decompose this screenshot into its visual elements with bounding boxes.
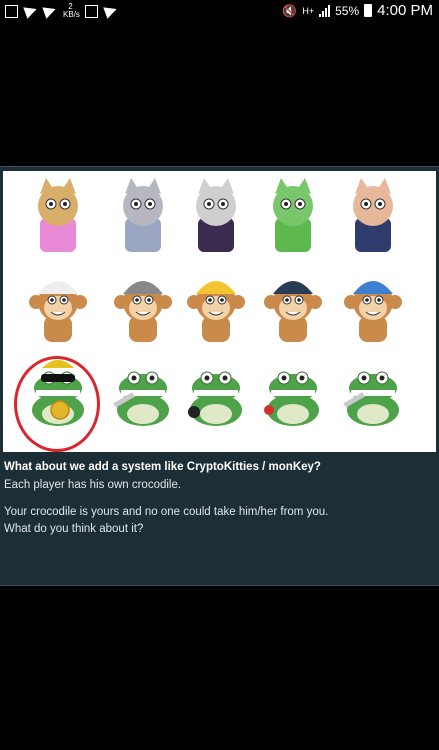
knife-crocodile [113, 371, 169, 426]
robot-cat [123, 178, 163, 252]
battery-icon [364, 4, 373, 17]
clock: 4:00 PM [377, 2, 433, 19]
gallery-notification-icon [5, 4, 18, 18]
battery-percent: 55% [335, 3, 360, 18]
cap-monkey [29, 281, 87, 342]
beanie-monkey [114, 281, 172, 342]
post-line-2: Your crocodile is yours and no one could… [4, 506, 329, 518]
crown-monkey [187, 281, 245, 342]
mute-icon: 🔇 [282, 3, 298, 18]
status-bar: 2 KB/s 🔇 H+ 55% 4:00 PM [0, 0, 439, 20]
telegram-notification-icon [42, 3, 58, 19]
bomb-crocodile [188, 371, 242, 426]
signal-icon [319, 4, 331, 17]
cigar-monkey [264, 281, 322, 342]
rose-crocodile [264, 371, 319, 426]
vampire-cat [196, 178, 236, 252]
knife-crocodile-2 [343, 371, 399, 426]
data-rate-indicator: 2 KB/s [63, 2, 80, 19]
post-image[interactable] [3, 171, 436, 452]
striped-cat [38, 178, 78, 252]
highlight-circle [14, 356, 100, 452]
post-title: What about we add a system like CryptoKi… [4, 461, 321, 473]
telegram-notification-icon [103, 3, 119, 19]
post-line-1: Each player has his own crocodile. [4, 479, 182, 491]
sailor-cat [353, 178, 393, 252]
post-card: What about we add a system like CryptoKi… [0, 166, 439, 586]
telegram-notification-icon [23, 3, 39, 19]
green-monster-cat [273, 178, 313, 252]
blue-cap-monkey [344, 281, 402, 342]
network-type: H+ [302, 5, 315, 16]
post-line-3: What do you think about it? [4, 523, 144, 535]
image-notification-icon [85, 4, 98, 18]
